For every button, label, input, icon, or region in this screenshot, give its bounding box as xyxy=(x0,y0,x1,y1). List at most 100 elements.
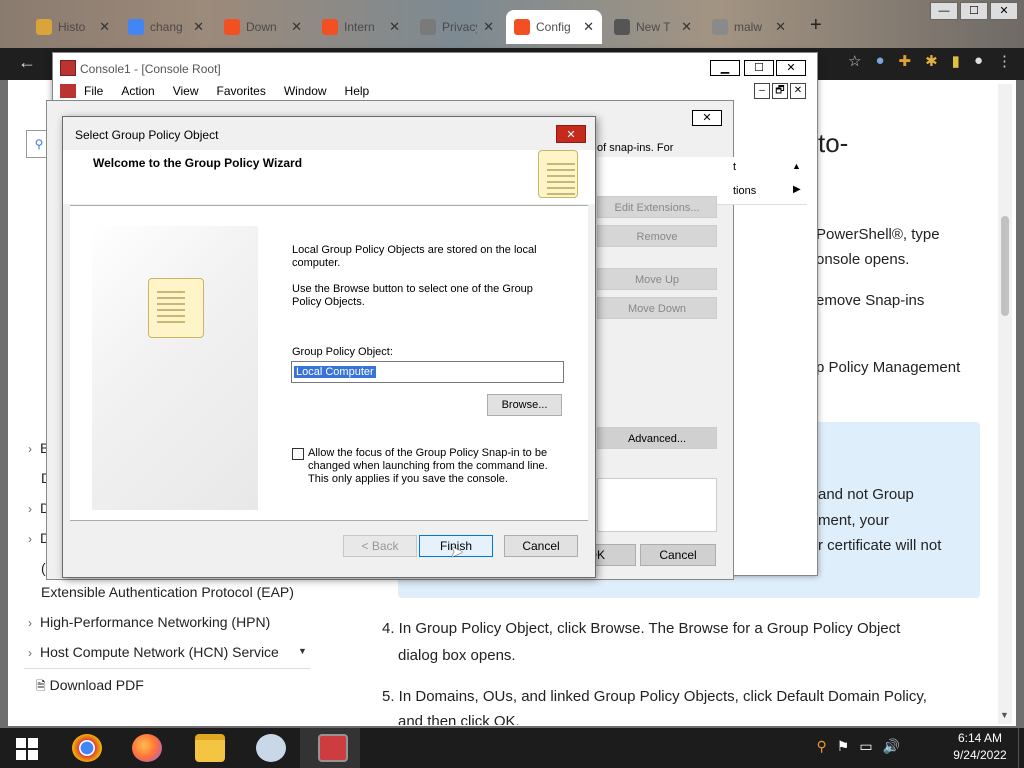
volume-icon[interactable]: 🔊 xyxy=(883,738,900,755)
profile-flag-icon[interactable]: ● xyxy=(875,52,884,70)
doc-line: onsole opens. xyxy=(816,251,910,268)
star-icon[interactable]: ☆ xyxy=(848,52,861,70)
snapin-list-item[interactable]: tions xyxy=(733,185,756,197)
snapin-close-button[interactable]: ✕ xyxy=(692,110,722,126)
wizard-heading: Welcome to the Group Policy Wizard xyxy=(93,156,303,170)
back-button[interactable]: < Back xyxy=(343,535,417,557)
chevron-right-icon: › xyxy=(28,502,32,516)
flag-icon[interactable]: ⚑ xyxy=(837,738,850,755)
kebab-menu-icon[interactable]: ⋮ xyxy=(997,52,1012,70)
page-scroll-down-icon[interactable]: ▼ xyxy=(1000,710,1009,720)
browser-tab[interactable]: Config ✕ xyxy=(506,10,602,44)
menu-file[interactable]: File xyxy=(84,84,103,98)
tab-favicon-icon xyxy=(322,19,338,35)
tab-close-icon[interactable]: ✕ xyxy=(99,19,110,35)
maximize-button[interactable]: ☐ xyxy=(960,2,988,20)
chevron-right-icon: › xyxy=(28,616,32,630)
file-explorer-icon[interactable] xyxy=(195,734,225,762)
menu-view[interactable]: View xyxy=(173,84,199,98)
move-down-button[interactable]: Move Down xyxy=(597,297,717,319)
chrome-icon[interactable] xyxy=(72,734,102,762)
cancel-button[interactable]: Cancel xyxy=(504,535,578,557)
focus-checkbox[interactable] xyxy=(292,448,304,460)
advanced-button[interactable]: Advanced... xyxy=(597,427,717,449)
note-line: ment, your xyxy=(818,512,889,529)
edit-extensions-button[interactable]: Edit Extensions... xyxy=(597,196,717,218)
minimize-button[interactable]: — xyxy=(930,2,958,20)
tab-close-icon[interactable]: ✕ xyxy=(483,19,494,35)
mmc-maximize-button[interactable]: ☐ xyxy=(744,60,774,76)
step-5-cont: and then click OK. xyxy=(398,713,520,725)
firefox-icon[interactable] xyxy=(132,734,162,762)
chevron-right-icon: › xyxy=(28,442,32,456)
tab-close-icon[interactable]: ✕ xyxy=(389,19,400,35)
back-arrow-icon[interactable]: ← xyxy=(18,52,36,73)
mmc-child-close-button[interactable]: ✕ xyxy=(790,83,806,99)
toc-item[interactable]: › High-Performance Networking (HPN) xyxy=(28,614,270,630)
tab-close-icon[interactable]: ✕ xyxy=(681,19,692,35)
tab-title: Privacy a xyxy=(442,20,477,34)
browse-button[interactable]: Browse... xyxy=(487,394,562,416)
tab-title: Down xyxy=(246,20,277,34)
close-button[interactable]: ✕ xyxy=(990,2,1018,20)
windows-start-icon[interactable] xyxy=(16,738,38,760)
tab-close-icon[interactable]: ✕ xyxy=(775,19,786,35)
chevron-right-icon[interactable]: ▶ xyxy=(793,184,801,195)
move-up-button[interactable]: Move Up xyxy=(597,268,717,290)
toc-scroll-down-icon[interactable]: ▼ xyxy=(298,646,307,656)
menu-help[interactable]: Help xyxy=(345,84,370,98)
tab-title: chang xyxy=(150,20,183,34)
scroll-up-icon[interactable]: ▲ xyxy=(792,161,801,171)
toc-item[interactable]: Extensible Authentication Protocol (EAP) xyxy=(41,584,294,600)
snapin-cancel-button[interactable]: Cancel xyxy=(640,544,716,566)
clock[interactable]: 6:14 AM 9/24/2022 xyxy=(950,730,1010,764)
active-app-indicator xyxy=(300,728,360,768)
mmc-child-minimize-button[interactable]: – xyxy=(754,83,770,99)
mmc-close-button[interactable]: ✕ xyxy=(776,60,806,76)
menu-favorites[interactable]: Favorites xyxy=(217,84,266,98)
step-4-cont: dialog box opens. xyxy=(398,647,516,664)
step-4: 4. In Group Policy Object, click Browse.… xyxy=(382,620,901,637)
menu-action[interactable]: Action xyxy=(121,84,154,98)
sidebar-icon[interactable]: ▮ xyxy=(952,52,960,70)
browser-tab[interactable]: Down ✕ xyxy=(216,10,310,44)
menu-window[interactable]: Window xyxy=(284,84,327,98)
mmc-doc-icon xyxy=(60,84,76,98)
tab-favicon-icon xyxy=(36,19,52,35)
doc-line: emove Snap-ins xyxy=(816,292,925,309)
new-tab-button[interactable]: + xyxy=(810,14,822,37)
mmc-minimize-button[interactable]: ▁ xyxy=(710,60,740,76)
tab-favicon-icon xyxy=(128,19,144,35)
network-icon[interactable]: ▭ xyxy=(859,738,872,755)
tab-title: malw xyxy=(734,20,763,34)
tab-close-icon[interactable]: ✕ xyxy=(193,19,204,35)
tab-title: New T xyxy=(636,20,671,34)
search-icon[interactable]: ⚲ xyxy=(817,738,827,755)
toc-item[interactable]: › Host Compute Network (HCN) Service xyxy=(28,644,279,660)
mmc-child-restore-button[interactable]: 🗗 xyxy=(772,83,788,99)
wizard-close-button[interactable]: ✕ xyxy=(556,125,586,143)
tab-close-icon[interactable]: ✕ xyxy=(583,19,594,35)
browser-tab[interactable]: malw ✕ xyxy=(704,10,794,44)
browser-tab[interactable]: New T ✕ xyxy=(606,10,700,44)
extension-icon[interactable]: ✚ xyxy=(899,52,912,70)
puzzle-icon[interactable]: ✱ xyxy=(925,52,938,70)
page-scrollbar[interactable] xyxy=(998,84,1012,724)
browser-tab[interactable]: Privacy a ✕ xyxy=(412,10,502,44)
clock-date: 9/24/2022 xyxy=(953,748,1007,762)
gpo-field[interactable]: Local Computer xyxy=(291,361,564,383)
browser-tab[interactable]: Intern ✕ xyxy=(314,10,408,44)
scrollbar-thumb[interactable] xyxy=(1001,216,1009,316)
remove-button[interactable]: Remove xyxy=(597,225,717,247)
toc-item[interactable]: ( xyxy=(41,560,46,576)
browser-tab[interactable]: chang ✕ xyxy=(120,10,212,44)
download-pdf-link[interactable]: 🗎 Download PDF xyxy=(36,677,144,698)
snapin-list-item[interactable]: t xyxy=(733,161,736,173)
toc-item-label: ( xyxy=(41,560,46,576)
mmc-app-icon xyxy=(60,60,76,76)
snipping-tool-icon[interactable] xyxy=(256,734,286,762)
browser-tab[interactable]: Histo ✕ xyxy=(28,10,118,44)
avatar[interactable]: ● xyxy=(974,52,983,70)
show-desktop-button[interactable] xyxy=(1018,728,1024,768)
tab-close-icon[interactable]: ✕ xyxy=(291,19,302,35)
